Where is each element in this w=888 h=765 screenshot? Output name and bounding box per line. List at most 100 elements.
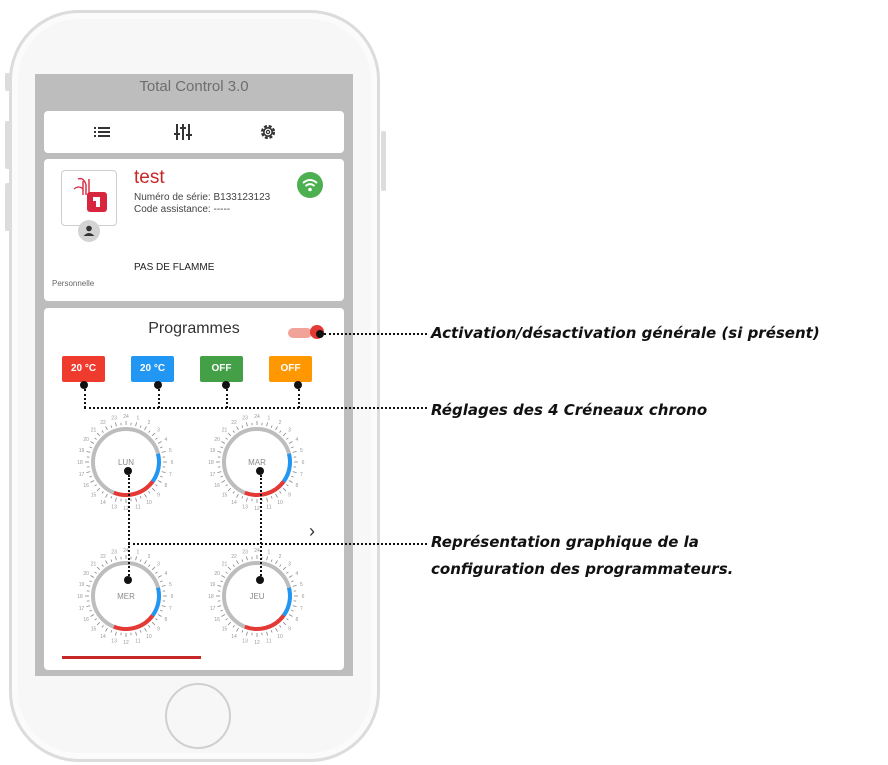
dial-hour-label: 17 — [210, 472, 216, 478]
chevron-right-icon[interactable]: › — [309, 521, 315, 542]
annotation-line-slots — [84, 407, 427, 409]
slot-2-button[interactable]: 20 °C — [131, 356, 174, 382]
annotation-line-activation — [324, 333, 427, 335]
list-icon[interactable] — [91, 121, 113, 143]
dial-tick — [288, 441, 293, 444]
dial-hour-label: 2 — [279, 554, 282, 560]
dial-hour-label: 18 — [208, 460, 214, 466]
dial-tick — [86, 605, 91, 607]
programs-card: Programmes 20 °C 20 °C OFF OFF 123456789… — [44, 308, 344, 670]
annotation-dot-slot-3 — [222, 381, 230, 389]
dial-tick — [246, 422, 248, 427]
home-button[interactable] — [165, 683, 231, 749]
dial-hour-label: 12 — [123, 640, 129, 646]
annotation-dot-mer — [124, 576, 132, 584]
dial-tick — [144, 560, 147, 565]
dial-tick — [246, 497, 248, 502]
dial-hour-label: 19 — [79, 448, 85, 454]
dial-hour-label: 3 — [157, 561, 160, 567]
gear-icon[interactable] — [257, 121, 279, 143]
dial-hour-label: 19 — [210, 582, 216, 588]
dial-hour-label: 14 — [100, 500, 106, 506]
annotation-drop-4 — [298, 389, 300, 408]
sliders-icon[interactable] — [172, 121, 194, 143]
dial-hour-label: 17 — [79, 606, 85, 612]
user-avatar[interactable] — [78, 220, 100, 242]
dial-hour-label: 18 — [208, 594, 214, 600]
programs-toggle[interactable] — [288, 328, 312, 338]
dial-tick — [105, 560, 108, 565]
dial-tick — [144, 627, 147, 632]
dial-hour-label: 7 — [169, 606, 172, 612]
dial-tick — [161, 451, 166, 453]
dial-tick — [151, 487, 156, 492]
dial-tick — [115, 497, 117, 502]
dial-tick — [155, 437, 158, 440]
dial-tick — [221, 441, 226, 444]
dial-hour-label: 9 — [157, 627, 160, 633]
dial-tick — [221, 575, 226, 578]
annotation-dot-slot-1 — [80, 381, 88, 389]
dial-hour-label: 9 — [157, 493, 160, 499]
serial-number: Numéro de série: B133123123 — [134, 192, 271, 203]
day-label-mer: MER — [117, 592, 135, 601]
dial-tick — [286, 484, 289, 487]
dial-tick — [148, 625, 151, 628]
dial-tick — [292, 451, 297, 453]
dial-tick — [266, 556, 268, 561]
dial-tick — [160, 580, 163, 583]
dial-tick — [160, 446, 163, 449]
person-icon — [83, 225, 95, 236]
dial-tick — [96, 621, 101, 626]
dial-hour-label: 15 — [91, 493, 97, 499]
annotation-dot-slot-4 — [294, 381, 302, 389]
tab-indicator — [62, 656, 201, 659]
dial-tick — [232, 430, 235, 433]
annotation-dot-slot-2 — [154, 381, 162, 389]
dial-tick — [221, 480, 226, 483]
slot-3-button[interactable]: OFF — [200, 356, 243, 382]
dial-hour-label: 11 — [135, 504, 140, 510]
device-logo — [61, 170, 117, 226]
wifi-status — [297, 172, 323, 198]
dial-tick — [115, 631, 117, 636]
dial-hour-label: 12 — [254, 640, 260, 646]
dial-tick — [217, 605, 222, 607]
dial-hour-label: 21 — [222, 561, 228, 567]
dial-tick — [157, 575, 162, 578]
dial-hour-label: 22 — [231, 420, 237, 426]
dial-arc-blue — [282, 587, 292, 617]
dial-tick — [90, 575, 95, 578]
dial-tick — [139, 425, 142, 428]
dial-tick — [110, 630, 113, 633]
dial-tick — [217, 585, 222, 587]
dial-hour-label: 10 — [146, 634, 152, 640]
day-label-lun: LUN — [117, 458, 134, 467]
dial-hour-label: 11 — [266, 638, 271, 644]
dial-tick — [282, 487, 287, 492]
app-title: Total Control 3.0 — [139, 78, 249, 95]
dial-tick — [291, 580, 294, 583]
dial-tick — [292, 585, 297, 587]
dial-hour-label: 19 — [79, 582, 85, 588]
dial-tick — [155, 484, 158, 487]
dial-tick — [96, 432, 101, 437]
dial-tick — [232, 564, 235, 567]
device-card[interactable]: Personnelle test Numéro de série: B13312… — [44, 159, 344, 301]
volume-down-button — [5, 183, 10, 231]
dial-tick — [157, 480, 162, 483]
power-button — [381, 131, 386, 191]
dial-tick — [275, 627, 278, 632]
day-label-jeu: JEU — [249, 592, 265, 601]
slot-4-button[interactable]: OFF — [269, 356, 312, 382]
dial-hour-label: 4 — [164, 571, 167, 577]
annotation-dot-lun — [124, 467, 132, 475]
app-screen: Total Control 3.0 Personnelle test Numér… — [35, 74, 353, 676]
slot-1-button[interactable]: 20 °C — [62, 356, 105, 382]
dial-tick — [220, 609, 223, 612]
dial-tick — [292, 471, 297, 473]
dial-hour-label: 21 — [91, 427, 97, 433]
dial-tick — [90, 441, 95, 444]
dial-tick — [279, 564, 282, 567]
dial-hour-label: 16 — [214, 617, 220, 623]
